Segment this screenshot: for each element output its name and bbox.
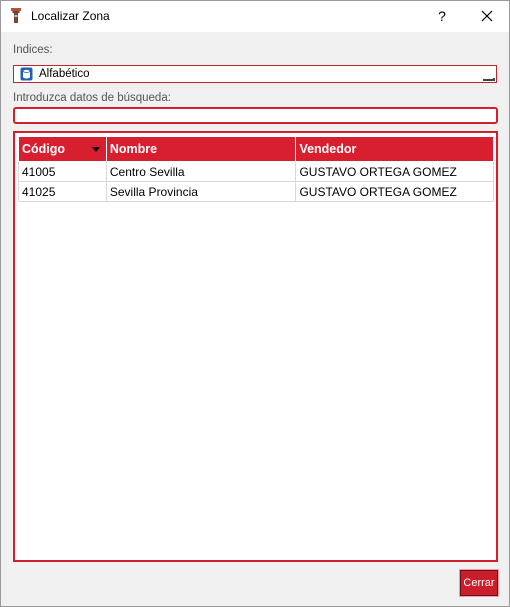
results-grid: Código Nombre Vendedor 41005 Centro Sevi… (13, 131, 498, 562)
search-label: Introduzca datos de búsqueda: (13, 92, 171, 104)
window-title: Localizar Zona (31, 9, 110, 23)
column-header-label: Vendedor (299, 142, 357, 156)
column-header-nombre[interactable]: Nombre (105, 136, 297, 162)
cell-vendedor: GUSTAVO ORTEGA GOMEZ (295, 161, 494, 182)
cell-vendedor: GUSTAVO ORTEGA GOMEZ (295, 181, 494, 202)
close-icon[interactable] (475, 4, 499, 28)
cell-codigo: 41025 (18, 181, 107, 202)
results-table: Código Nombre Vendedor 41005 Centro Sevi… (18, 136, 494, 202)
table-row[interactable]: 41025 Sevilla Provincia GUSTAVO ORTEGA G… (18, 181, 494, 202)
database-icon (20, 67, 33, 81)
search-input[interactable] (13, 107, 498, 124)
combo-grip-icon (483, 78, 495, 81)
table-header-row: Código Nombre Vendedor (18, 136, 494, 162)
cell-codigo: 41005 (18, 161, 107, 182)
help-button[interactable]: ? (431, 4, 453, 28)
close-button[interactable]: Cerrar (459, 569, 499, 597)
indices-label: Indices: (13, 44, 53, 56)
indices-selected-value: Alfabético (39, 68, 90, 80)
column-header-label: Código (22, 142, 66, 156)
cell-nombre: Sevilla Provincia (105, 181, 297, 202)
column-header-label: Nombre (109, 142, 158, 156)
column-header-codigo[interactable]: Código (18, 136, 107, 162)
flashlight-icon (11, 8, 21, 24)
title-bar: Localizar Zona ? (1, 1, 509, 32)
cell-nombre: Centro Sevilla (105, 161, 297, 182)
column-header-vendedor[interactable]: Vendedor (295, 136, 494, 162)
dialog-window: Localizar Zona ? Indices: Alfabético Int… (0, 0, 510, 607)
table-row[interactable]: 41005 Centro Sevilla GUSTAVO ORTEGA GOME… (18, 161, 494, 182)
indices-combobox[interactable]: Alfabético (13, 65, 497, 83)
sort-down-icon (91, 147, 100, 152)
